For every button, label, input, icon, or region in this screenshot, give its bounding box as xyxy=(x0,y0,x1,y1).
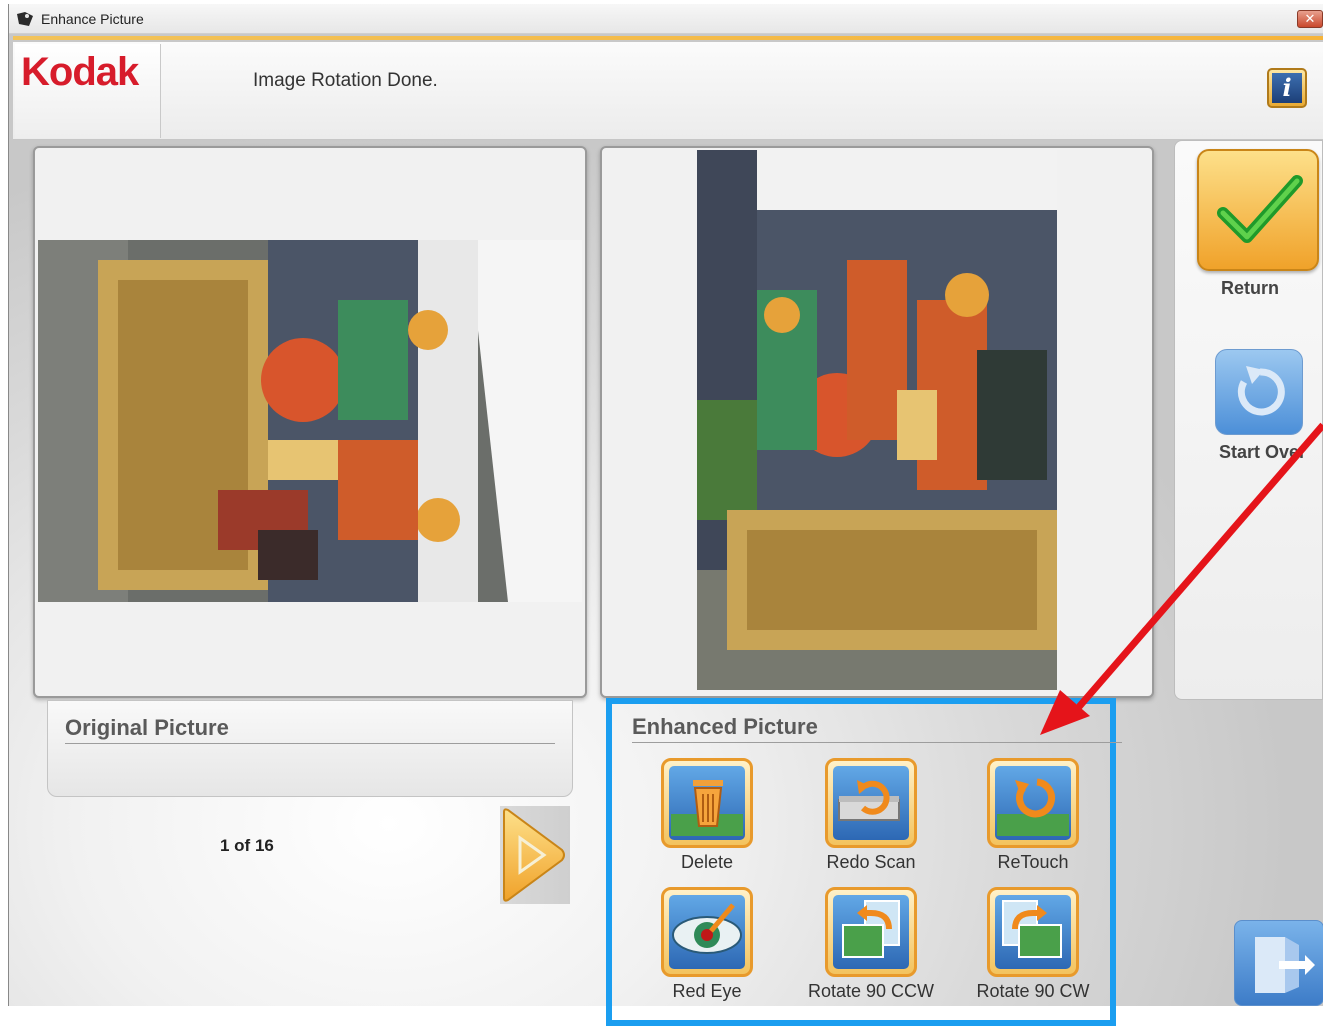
rotate-ccw-button[interactable]: Rotate 90 CCW xyxy=(808,887,934,1002)
accent-line xyxy=(13,36,1323,40)
retouch-icon xyxy=(995,766,1071,840)
rotate-ccw-icon xyxy=(833,895,909,969)
red-eye-tile xyxy=(661,887,753,977)
exit-button[interactable] xyxy=(1234,920,1323,1006)
rotate-cw-button[interactable]: Rotate 90 CW xyxy=(976,887,1090,1002)
retouch-graphic xyxy=(997,778,1069,836)
red-eye-label: Red Eye xyxy=(672,981,742,1001)
enhanced-picture-title: Enhanced Picture xyxy=(632,714,818,739)
redo-scan-label: Redo Scan xyxy=(826,852,916,872)
status-message: Image Rotation Done. xyxy=(253,70,438,91)
red-eye-icon xyxy=(669,895,745,969)
caption-divider xyxy=(65,743,555,744)
exit-door-icon xyxy=(1255,937,1315,993)
original-picture-panel xyxy=(33,146,587,698)
kodak-logo: Kodak xyxy=(21,50,139,94)
enhanced-divider xyxy=(632,742,1122,743)
red-eye-button[interactable]: Red Eye xyxy=(657,887,757,1002)
rotate-cw-tile xyxy=(987,887,1079,977)
checkmark-icon xyxy=(1217,175,1303,243)
page-counter: 1 of 16 xyxy=(220,836,274,855)
info-icon: i xyxy=(1272,73,1302,103)
start-over-icon xyxy=(1237,366,1285,416)
rotate-cw-graphic xyxy=(1002,900,1062,958)
return-label: Return xyxy=(1221,278,1279,298)
redo-scan-icon xyxy=(833,766,909,840)
original-picture-title: Original Picture xyxy=(65,715,229,740)
start-over-button[interactable] xyxy=(1215,349,1303,435)
info-button[interactable]: i xyxy=(1267,68,1307,108)
enhanced-picture-image xyxy=(697,150,1057,690)
rotate-ccw-label: Rotate 90 CCW xyxy=(807,981,935,1001)
enhanced-picture-panel xyxy=(600,146,1154,698)
rotate-ccw-tile xyxy=(825,887,917,977)
original-picture-image xyxy=(38,240,582,602)
logo-box: Kodak xyxy=(15,44,161,138)
retouch-button[interactable]: ReTouch xyxy=(983,758,1083,873)
rotate-cw-icon xyxy=(995,895,1071,969)
app-icon xyxy=(17,12,33,26)
redo-scan-graphic xyxy=(838,780,900,821)
red-eye-graphic xyxy=(672,903,742,954)
next-arrow-icon xyxy=(503,808,565,902)
side-action-panel: Return Start Over xyxy=(1174,140,1323,700)
next-picture-button[interactable] xyxy=(500,806,570,904)
delete-label: Delete xyxy=(680,852,734,872)
return-button[interactable] xyxy=(1197,149,1319,271)
trash-icon xyxy=(669,766,745,840)
rotate-cw-label: Rotate 90 CW xyxy=(976,981,1090,1001)
original-caption-panel: Original Picture xyxy=(47,700,573,797)
delete-button[interactable]: Delete xyxy=(657,758,757,873)
retouch-label: ReTouch xyxy=(997,852,1069,872)
header: Kodak Image Rotation Done. i xyxy=(13,42,1323,140)
enhanced-tools-box: Enhanced Picture Delete Redo Scan ReTouc… xyxy=(606,698,1122,1026)
retouch-tile xyxy=(987,758,1079,848)
window-title: Enhance Picture xyxy=(41,11,144,27)
trash-graphic xyxy=(671,780,743,836)
delete-tile xyxy=(661,758,753,848)
title-bar: Enhance Picture ✕ xyxy=(9,4,1323,34)
redo-scan-button[interactable]: Redo Scan xyxy=(821,758,921,873)
close-button[interactable]: ✕ xyxy=(1297,10,1323,28)
redo-scan-tile xyxy=(825,758,917,848)
start-over-label: Start Over xyxy=(1219,442,1307,462)
close-icon: ✕ xyxy=(1304,11,1316,26)
rotate-ccw-graphic xyxy=(842,900,900,958)
